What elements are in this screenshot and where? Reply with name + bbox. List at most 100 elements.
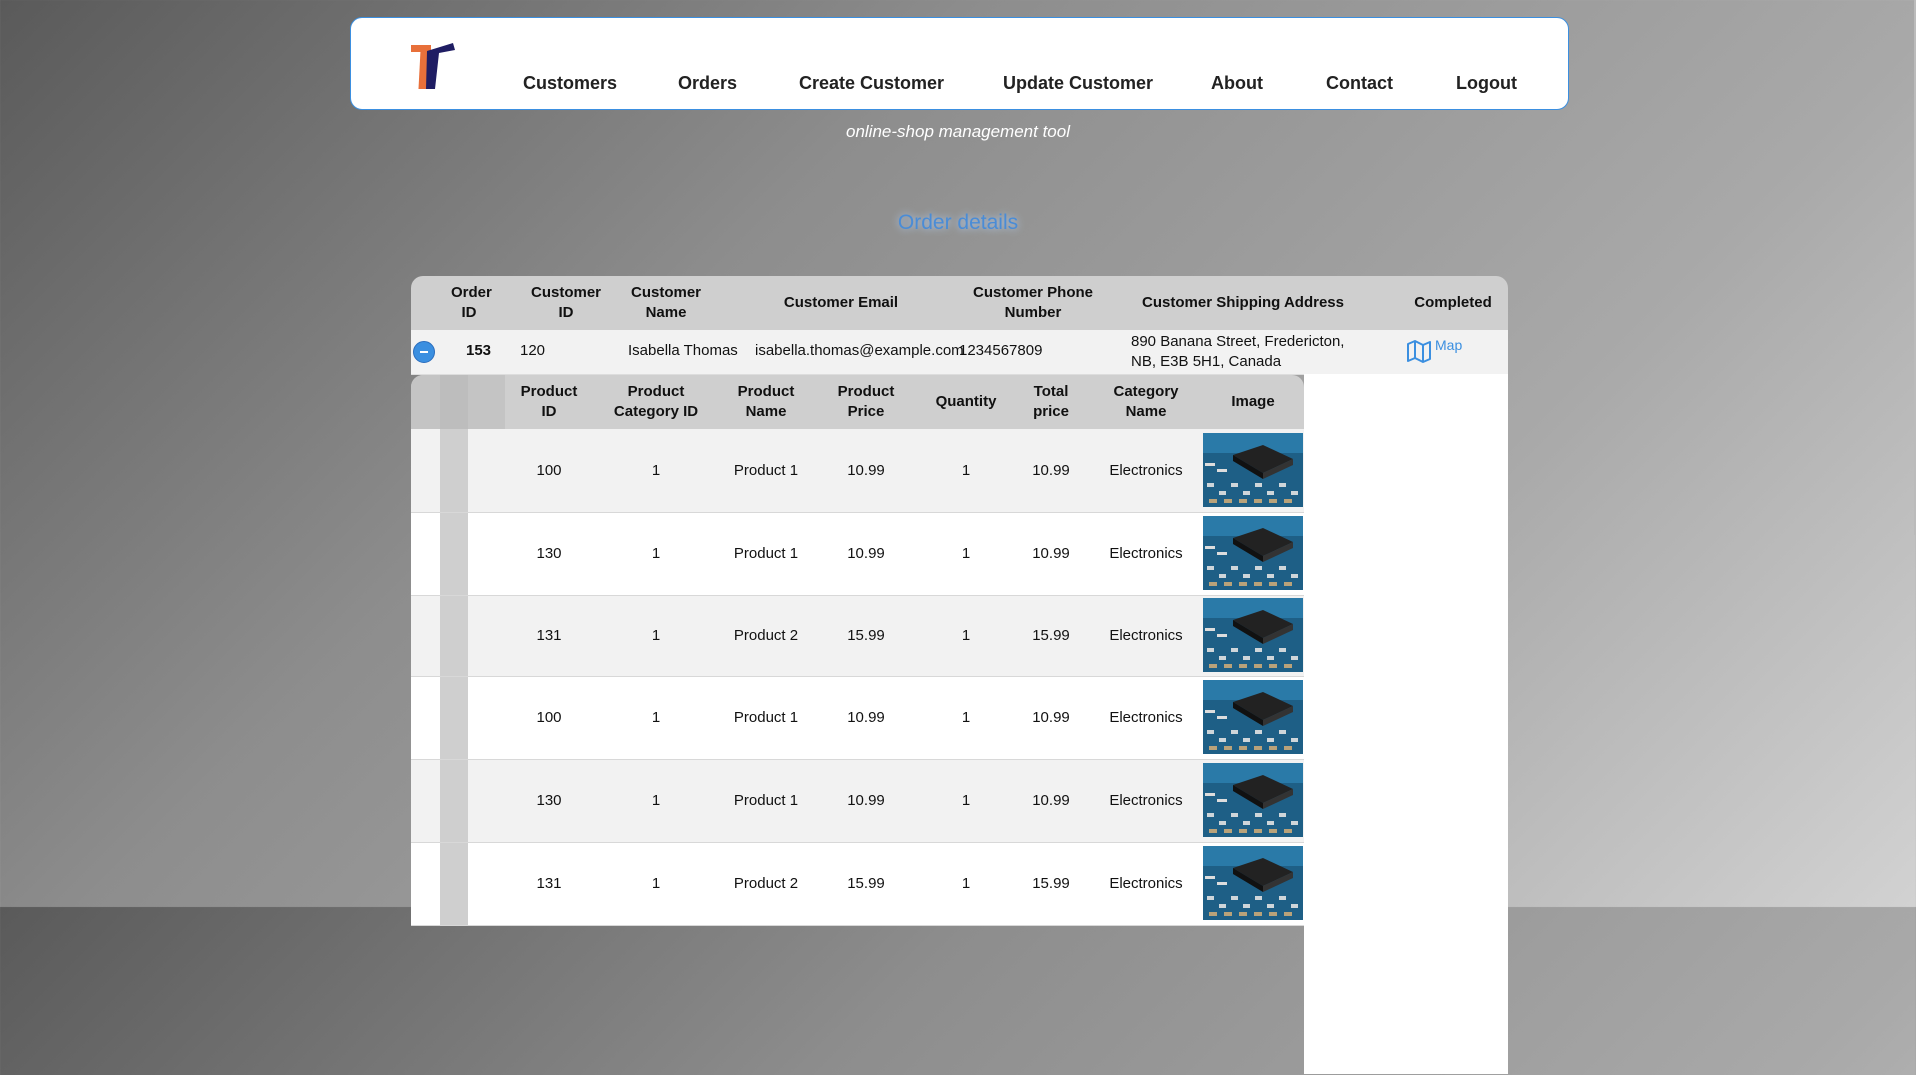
- quantity: 1: [961, 792, 971, 809]
- header-total-price: Total price: [1033, 383, 1069, 420]
- order-table: Order ID Customer ID Customer Name Custo…: [411, 276, 1508, 1074]
- product-category-id: 1: [651, 545, 661, 562]
- nav-orders[interactable]: Orders: [678, 73, 737, 94]
- total-price: 10.99: [1032, 462, 1070, 479]
- total-price: 10.99: [1032, 545, 1070, 562]
- product-image[interactable]: [1203, 433, 1303, 507]
- map-icon: [1407, 340, 1431, 363]
- product-row: 100 1 Product 1 10.99 1 10.99 Electronics: [411, 677, 1304, 760]
- quantity: 1: [961, 462, 971, 479]
- product-image[interactable]: [1203, 680, 1303, 754]
- product-image[interactable]: [1203, 598, 1303, 672]
- product-id: 100: [536, 709, 562, 726]
- quantity: 1: [961, 627, 971, 644]
- nav-logout[interactable]: Logout: [1456, 73, 1517, 94]
- category-name: Electronics: [1109, 875, 1183, 892]
- row-gutter-bar: [440, 513, 468, 595]
- customer-phone: 1234567809: [959, 342, 1043, 359]
- row-gutter-bar: [440, 429, 468, 512]
- page-title: Order details: [897, 211, 1019, 234]
- quantity: 1: [961, 545, 971, 562]
- product-id: 131: [536, 627, 562, 644]
- product-table-header: Product ID Product Category ID Product N…: [411, 375, 1304, 429]
- header-customer-email: Customer Email: [783, 294, 899, 311]
- header-completed: Completed: [1414, 294, 1492, 311]
- total-price: 15.99: [1032, 627, 1070, 644]
- product-row: 100 1 Product 1 10.99 1 10.99 Electronics: [411, 429, 1304, 513]
- category-name: Electronics: [1109, 545, 1183, 562]
- product-row: 131 1 Product 2 15.99 1 15.99 Electronics: [411, 843, 1304, 926]
- header-product-category-id: Product Category ID: [613, 383, 699, 420]
- tagline: online-shop management tool: [846, 122, 1070, 141]
- header-order-id: Order ID: [451, 284, 492, 321]
- order-row[interactable]: 153 120 Isabella Thomas isabella.thomas@…: [411, 330, 1508, 375]
- customer-id: 120: [520, 342, 546, 359]
- collapse-toggle-button[interactable]: [413, 341, 435, 363]
- header-product-price: Product Price: [837, 383, 895, 420]
- product-category-id: 1: [651, 792, 661, 809]
- product-category-id: 1: [651, 462, 661, 479]
- nav-create-customer[interactable]: Create Customer: [799, 73, 944, 94]
- row-gutter-bar: [440, 843, 468, 925]
- header-gutter-bar: [440, 375, 468, 429]
- quantity: 1: [961, 709, 971, 726]
- product-price: 10.99: [847, 545, 885, 562]
- product-price: 10.99: [847, 792, 885, 809]
- category-name: Electronics: [1109, 462, 1183, 479]
- top-navigation-bar: Customers Orders Create Customer Update …: [350, 17, 1569, 110]
- row-gutter-bar: [440, 677, 468, 759]
- nav-customers[interactable]: Customers: [523, 73, 617, 94]
- order-id: 153: [466, 342, 492, 359]
- header-product-name: Product Name: [737, 383, 795, 420]
- product-table: Product ID Product Category ID Product N…: [411, 375, 1304, 1075]
- map-link[interactable]: Map: [1405, 337, 1462, 365]
- product-name: Product 2: [733, 627, 799, 644]
- product-name: Product 1: [733, 709, 799, 726]
- header-quantity: Quantity: [935, 393, 997, 410]
- nav-contact[interactable]: Contact: [1326, 73, 1393, 94]
- category-name: Electronics: [1109, 709, 1183, 726]
- map-link-label: Map: [1435, 337, 1463, 353]
- product-name: Product 1: [733, 545, 799, 562]
- header-shipping-address: Customer Shipping Address: [1142, 294, 1344, 311]
- product-price: 10.99: [847, 709, 885, 726]
- total-price: 10.99: [1032, 792, 1070, 809]
- app-logo[interactable]: [409, 41, 457, 91]
- product-row: 130 1 Product 1 10.99 1 10.99 Electronics: [411, 513, 1304, 596]
- product-id: 130: [536, 545, 562, 562]
- product-id: 100: [536, 462, 562, 479]
- row-gutter-bar: [440, 596, 468, 676]
- product-image[interactable]: [1203, 516, 1303, 590]
- product-category-id: 1: [651, 875, 661, 892]
- product-id: 130: [536, 792, 562, 809]
- customer-name: Isabella Thomas: [628, 342, 738, 359]
- product-price: 15.99: [847, 875, 885, 892]
- product-name: Product 1: [733, 792, 799, 809]
- category-name: Electronics: [1109, 627, 1183, 644]
- nav-about[interactable]: About: [1211, 73, 1263, 94]
- nav-update-customer[interactable]: Update Customer: [1003, 73, 1153, 94]
- header-category-name: Category Name: [1113, 383, 1179, 420]
- product-id: 131: [536, 875, 562, 892]
- product-price: 15.99: [847, 627, 885, 644]
- product-image[interactable]: [1203, 763, 1303, 837]
- product-name: Product 1: [733, 462, 799, 479]
- total-price: 15.99: [1032, 875, 1070, 892]
- product-name: Product 2: [733, 875, 799, 892]
- header-product-id: Product ID: [520, 383, 578, 420]
- product-image[interactable]: [1203, 846, 1303, 920]
- product-price: 10.99: [847, 462, 885, 479]
- total-price: 10.99: [1032, 709, 1070, 726]
- category-name: Electronics: [1109, 792, 1183, 809]
- header-customer-name: Customer Name: [631, 284, 702, 321]
- product-row: 130 1 Product 1 10.99 1 10.99 Electronics: [411, 760, 1304, 843]
- table-right-fill: [1304, 374, 1508, 1074]
- row-gutter-bar: [440, 760, 468, 842]
- shipping-address: 890 Banana Street, Fredericton, NB, E3B …: [1131, 333, 1345, 370]
- product-category-id: 1: [651, 709, 661, 726]
- order-table-header: Order ID Customer ID Customer Name Custo…: [411, 276, 1508, 330]
- header-customer-id: Customer ID: [531, 284, 602, 321]
- header-customer-phone: Customer Phone Number: [972, 284, 1093, 321]
- product-category-id: 1: [651, 627, 661, 644]
- quantity: 1: [961, 875, 971, 892]
